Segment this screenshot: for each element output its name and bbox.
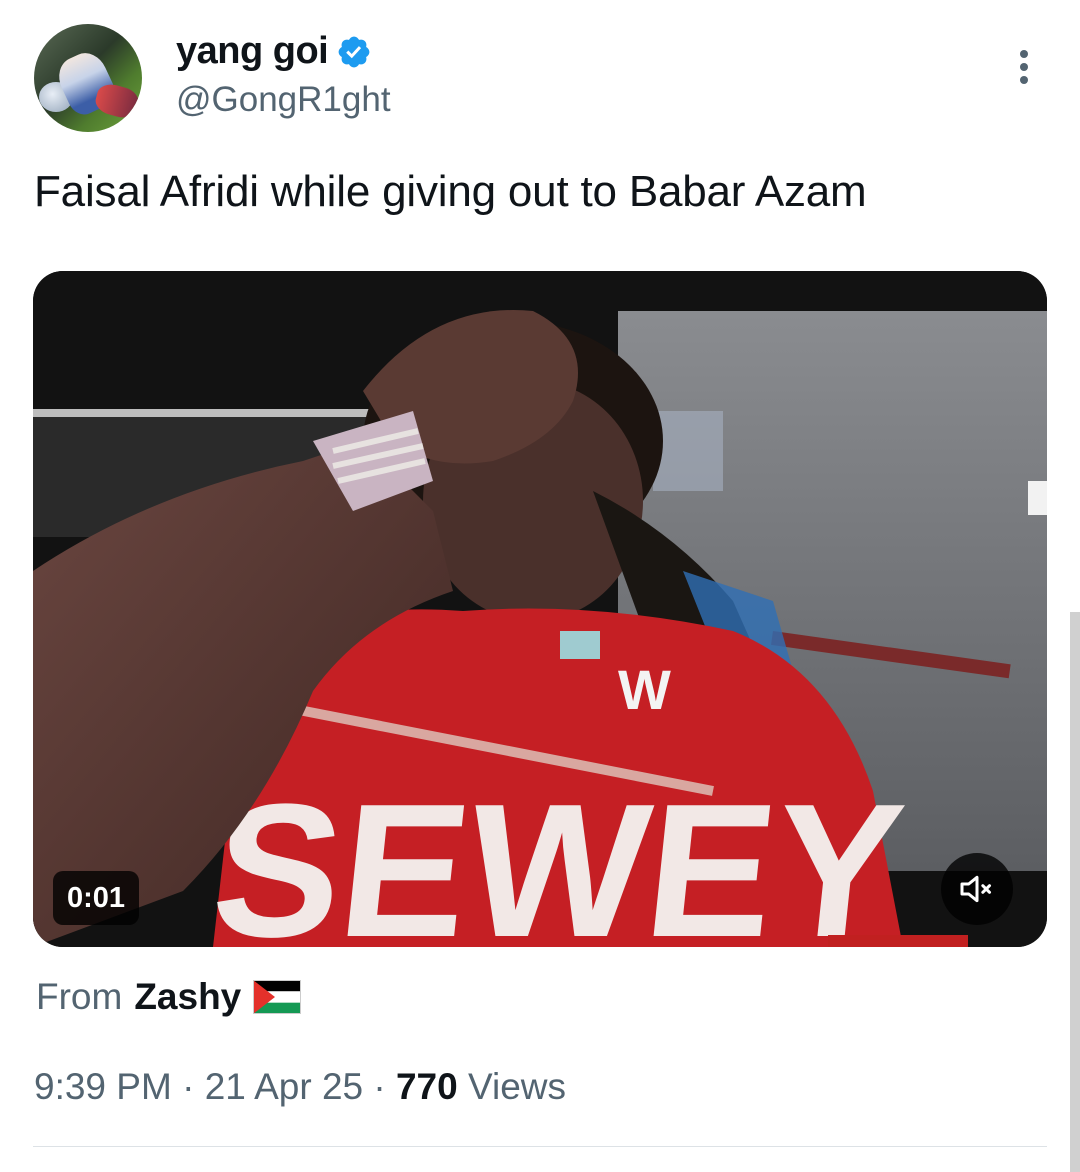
tweet-text: Faisal Afridi while giving out to Babar …: [34, 167, 867, 216]
volume-muted-icon: [960, 875, 991, 903]
tweet-date[interactable]: 21 Apr 25: [205, 1066, 363, 1107]
tweet-time[interactable]: 9:39 PM: [34, 1066, 172, 1107]
views-count: 770: [395, 1066, 458, 1107]
avatar-photo-part: [92, 81, 142, 121]
source-prefix: From: [36, 976, 123, 1017]
views-label: Views: [468, 1066, 567, 1107]
verified-badge-icon: [338, 36, 370, 67]
scrollbar[interactable]: [1070, 612, 1080, 1172]
meta-separator: ·: [373, 1066, 386, 1107]
source-account-link[interactable]: Zashy: [134, 976, 241, 1018]
author-display-name[interactable]: yang goi: [176, 30, 329, 73]
author-handle[interactable]: @GongR1ght: [176, 80, 391, 120]
video-player[interactable]: SEWEY W 0:01: [33, 271, 1047, 947]
palestine-flag-icon: [253, 980, 302, 1014]
mute-button[interactable]: [941, 853, 1013, 925]
video-source-attribution: From Zashy: [36, 976, 302, 1018]
divider: [33, 1146, 1047, 1147]
tweet-metadata: 9:39 PM · 21 Apr 25 · 770 Views: [34, 1066, 566, 1108]
author-name-row[interactable]: yang goi: [176, 30, 372, 73]
video-frame: SEWEY W: [33, 271, 1047, 947]
svg-text:W: W: [618, 658, 671, 721]
meta-separator: ·: [182, 1066, 195, 1107]
shirt-text: SEWEY: [204, 765, 912, 947]
video-time-badge: 0:01: [53, 871, 140, 925]
more-vertical-icon[interactable]: [1006, 46, 1042, 88]
avatar[interactable]: [34, 24, 142, 132]
